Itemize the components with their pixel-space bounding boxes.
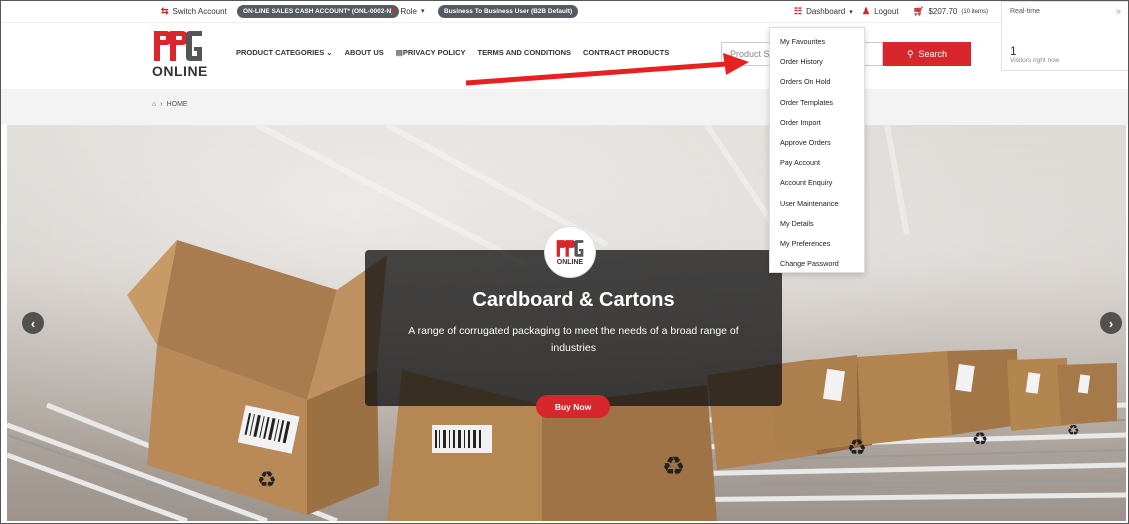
ppg-logo-icon: [154, 31, 202, 61]
breadcrumb-separator: ›: [160, 101, 163, 108]
role-icon: Ł: [391, 6, 397, 16]
main-nav: PRODUCT CATEGORIES ⌄ ABOUT US ▤PRIVACY P…: [236, 48, 669, 57]
breadcrumb-bar: ⌂ › HOME: [1, 89, 1128, 125]
nav-privacy-policy[interactable]: ▤PRIVACY POLICY: [396, 48, 466, 57]
search-button[interactable]: ⚲ Search: [883, 42, 971, 66]
switch-account-label: Switch Account: [172, 7, 227, 16]
menu-item-approve-orders[interactable]: Approve Orders: [770, 133, 864, 153]
menu-item-orders-on-hold[interactable]: Orders On Hold: [770, 72, 864, 92]
carousel-prev-button[interactable]: ‹: [22, 312, 44, 334]
nav-contract-products[interactable]: CONTRACT PRODUCTS: [583, 48, 669, 57]
menu-item-order-import[interactable]: Order Import: [770, 113, 864, 133]
site-header: ONLINE PRODUCT CATEGORIES ⌄ ABOUT US ▤PR…: [1, 23, 1128, 89]
visitor-count: 1: [1010, 44, 1017, 58]
menu-item-pay-account[interactable]: Pay Account: [770, 153, 864, 173]
search-button-label: Search: [918, 49, 948, 59]
user-icon: ♟: [862, 6, 871, 16]
collapse-icon[interactable]: »: [1116, 6, 1121, 16]
search-icon: ⚲: [906, 48, 914, 59]
role-dropdown[interactable]: Ł Role ▾: [391, 6, 424, 16]
cart-items: (10 items): [961, 8, 989, 15]
role-label: Role: [400, 6, 417, 16]
carousel-next-button[interactable]: ›: [1100, 312, 1122, 334]
switch-account-link[interactable]: ⇆ Switch Account: [161, 6, 227, 17]
chevron-left-icon: ‹: [30, 315, 36, 331]
realtime-title: Real-time: [1010, 8, 1040, 15]
logo-text: ONLINE: [152, 63, 208, 79]
ppg-logo-icon: [556, 239, 584, 257]
hero-logo: ONLINE: [544, 226, 596, 278]
dashboard-menu[interactable]: ☷ Dashboard ▾: [794, 6, 853, 17]
dashboard-dropdown-menu: My Favourites Order History Orders On Ho…: [769, 27, 865, 273]
menu-item-user-maintenance[interactable]: User Maintenance: [770, 194, 864, 214]
menu-item-my-favourites[interactable]: My Favourites: [770, 32, 864, 52]
account-pill: ON-LINE SALES CASH ACCOUNT* (ONL-0002-N): [237, 5, 400, 18]
site-logo[interactable]: ONLINE: [152, 29, 208, 83]
menu-item-account-enquiry[interactable]: Account Enquiry: [770, 173, 864, 193]
nav-terms[interactable]: TERMS AND CONDITIONS: [478, 48, 571, 57]
home-icon[interactable]: ⌂: [152, 101, 156, 108]
cart-icon: 🛒︎: [913, 6, 925, 16]
realtime-visitors-widget: Real-time » 1 Visitors right now: [1001, 1, 1128, 71]
hero-logo-text: ONLINE: [556, 258, 584, 266]
nav-label: PRIVACY POLICY: [402, 48, 466, 57]
breadcrumb-home[interactable]: HOME: [167, 101, 188, 108]
chevron-down-icon: ▾: [849, 8, 853, 16]
hero-title: Cardboard & Cartons: [472, 289, 675, 311]
switch-account-icon: ⇆: [161, 6, 169, 16]
cart-total: $207.70: [928, 7, 958, 16]
account-badge[interactable]: ON-LINE SALES CASH ACCOUNT* (ONL-0002-N): [237, 5, 400, 18]
browser-viewport: ⇆ Switch Account ON-LINE SALES CASH ACCO…: [0, 0, 1129, 524]
svg-text:♻: ♻: [847, 436, 867, 461]
menu-item-my-preferences[interactable]: My Preferences: [770, 234, 864, 254]
visitor-label: Visitors right now: [1010, 57, 1060, 64]
buy-now-button[interactable]: Buy Now: [536, 395, 610, 418]
nav-about-us[interactable]: ABOUT US: [345, 48, 384, 57]
svg-text:♻: ♻: [257, 468, 277, 493]
cart-link[interactable]: 🛒︎ $207.70 (10 items): [913, 6, 988, 17]
svg-text:♻: ♻: [972, 429, 988, 450]
top-bar: ⇆ Switch Account ON-LINE SALES CASH ACCO…: [1, 1, 1128, 23]
logout-label: Logout: [874, 7, 899, 16]
role-badge[interactable]: Business To Business User (B2B Default): [438, 5, 579, 18]
menu-item-order-history[interactable]: Order History: [770, 52, 864, 72]
menu-item-my-details[interactable]: My Details: [770, 214, 864, 234]
dashboard-icon: ☷: [794, 6, 803, 16]
svg-text:♻: ♻: [662, 452, 685, 482]
logout-link[interactable]: ♟ Logout: [862, 6, 899, 17]
role-pill: Business To Business User (B2B Default): [438, 5, 579, 18]
chevron-down-icon: ⌄: [326, 48, 333, 57]
document-icon: ▤: [395, 48, 403, 57]
menu-item-order-templates[interactable]: Order Templates: [770, 93, 864, 113]
chevron-right-icon: ›: [1108, 315, 1114, 331]
nav-product-categories[interactable]: PRODUCT CATEGORIES ⌄: [236, 48, 333, 57]
chevron-down-icon: ▾: [420, 8, 425, 15]
menu-item-change-password[interactable]: Change Password: [770, 254, 864, 274]
hero-subtitle: A range of corrugated packaging to meet …: [408, 325, 739, 354]
svg-text:♻: ♻: [1067, 423, 1080, 439]
breadcrumb: ⌂ › HOME: [152, 101, 188, 108]
dashboard-label: Dashboard: [806, 7, 846, 16]
nav-label: PRODUCT CATEGORIES: [236, 48, 325, 57]
